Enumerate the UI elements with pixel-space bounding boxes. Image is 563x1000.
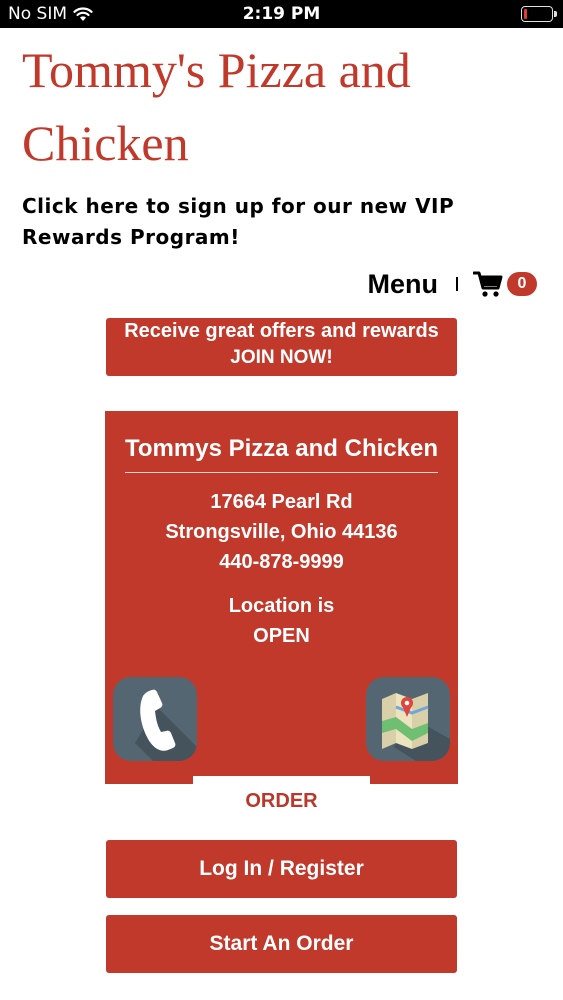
cart-icon[interactable]: [473, 270, 503, 298]
order-tab-label[interactable]: ORDER: [193, 786, 370, 816]
status-bar: No SIM 2:19 PM: [0, 0, 563, 28]
location-street: 17664 Pearl Rd: [210, 491, 353, 513]
order-tab[interactable]: [193, 776, 370, 786]
site-title[interactable]: Tommy's Pizza and Chicken: [22, 34, 542, 180]
location-name: Tommys Pizza and Chicken: [125, 435, 438, 462]
join-banner-text: Receive great offers and rewards: [124, 320, 439, 342]
cart-count-badge[interactable]: 0: [507, 272, 537, 296]
location-card: Tommys Pizza and Chicken 17664 Pearl Rd …: [105, 411, 458, 784]
status-time: 2:19 PM: [242, 4, 321, 24]
battery-level: [524, 9, 527, 19]
vip-rewards-link[interactable]: Click here to sign up for our new VIP Re…: [22, 191, 542, 253]
login-register-button[interactable]: Log In / Register: [106, 840, 457, 898]
location-divider: [125, 472, 438, 473]
phone-glyph: [135, 689, 197, 761]
location-status: OPEN: [253, 625, 310, 647]
nav-divider: [456, 277, 458, 291]
map-icon[interactable]: [366, 677, 450, 761]
join-now-banner[interactable]: Receive great offers and rewards JOIN NO…: [106, 318, 457, 376]
location-city: Strongsville, Ohio 44136: [165, 521, 398, 543]
location-status-prefix: Location is: [228, 595, 335, 617]
location-phone[interactable]: 440-878-9999: [105, 551, 458, 574]
start-order-button[interactable]: Start An Order: [106, 915, 457, 973]
battery-icon: [521, 6, 557, 22]
join-now-label: JOIN NOW!: [230, 347, 333, 368]
map-glyph: [382, 693, 450, 761]
menu-link[interactable]: Menu: [368, 269, 439, 300]
phone-icon[interactable]: [113, 677, 197, 761]
nav-row: Menu 0: [368, 266, 537, 302]
